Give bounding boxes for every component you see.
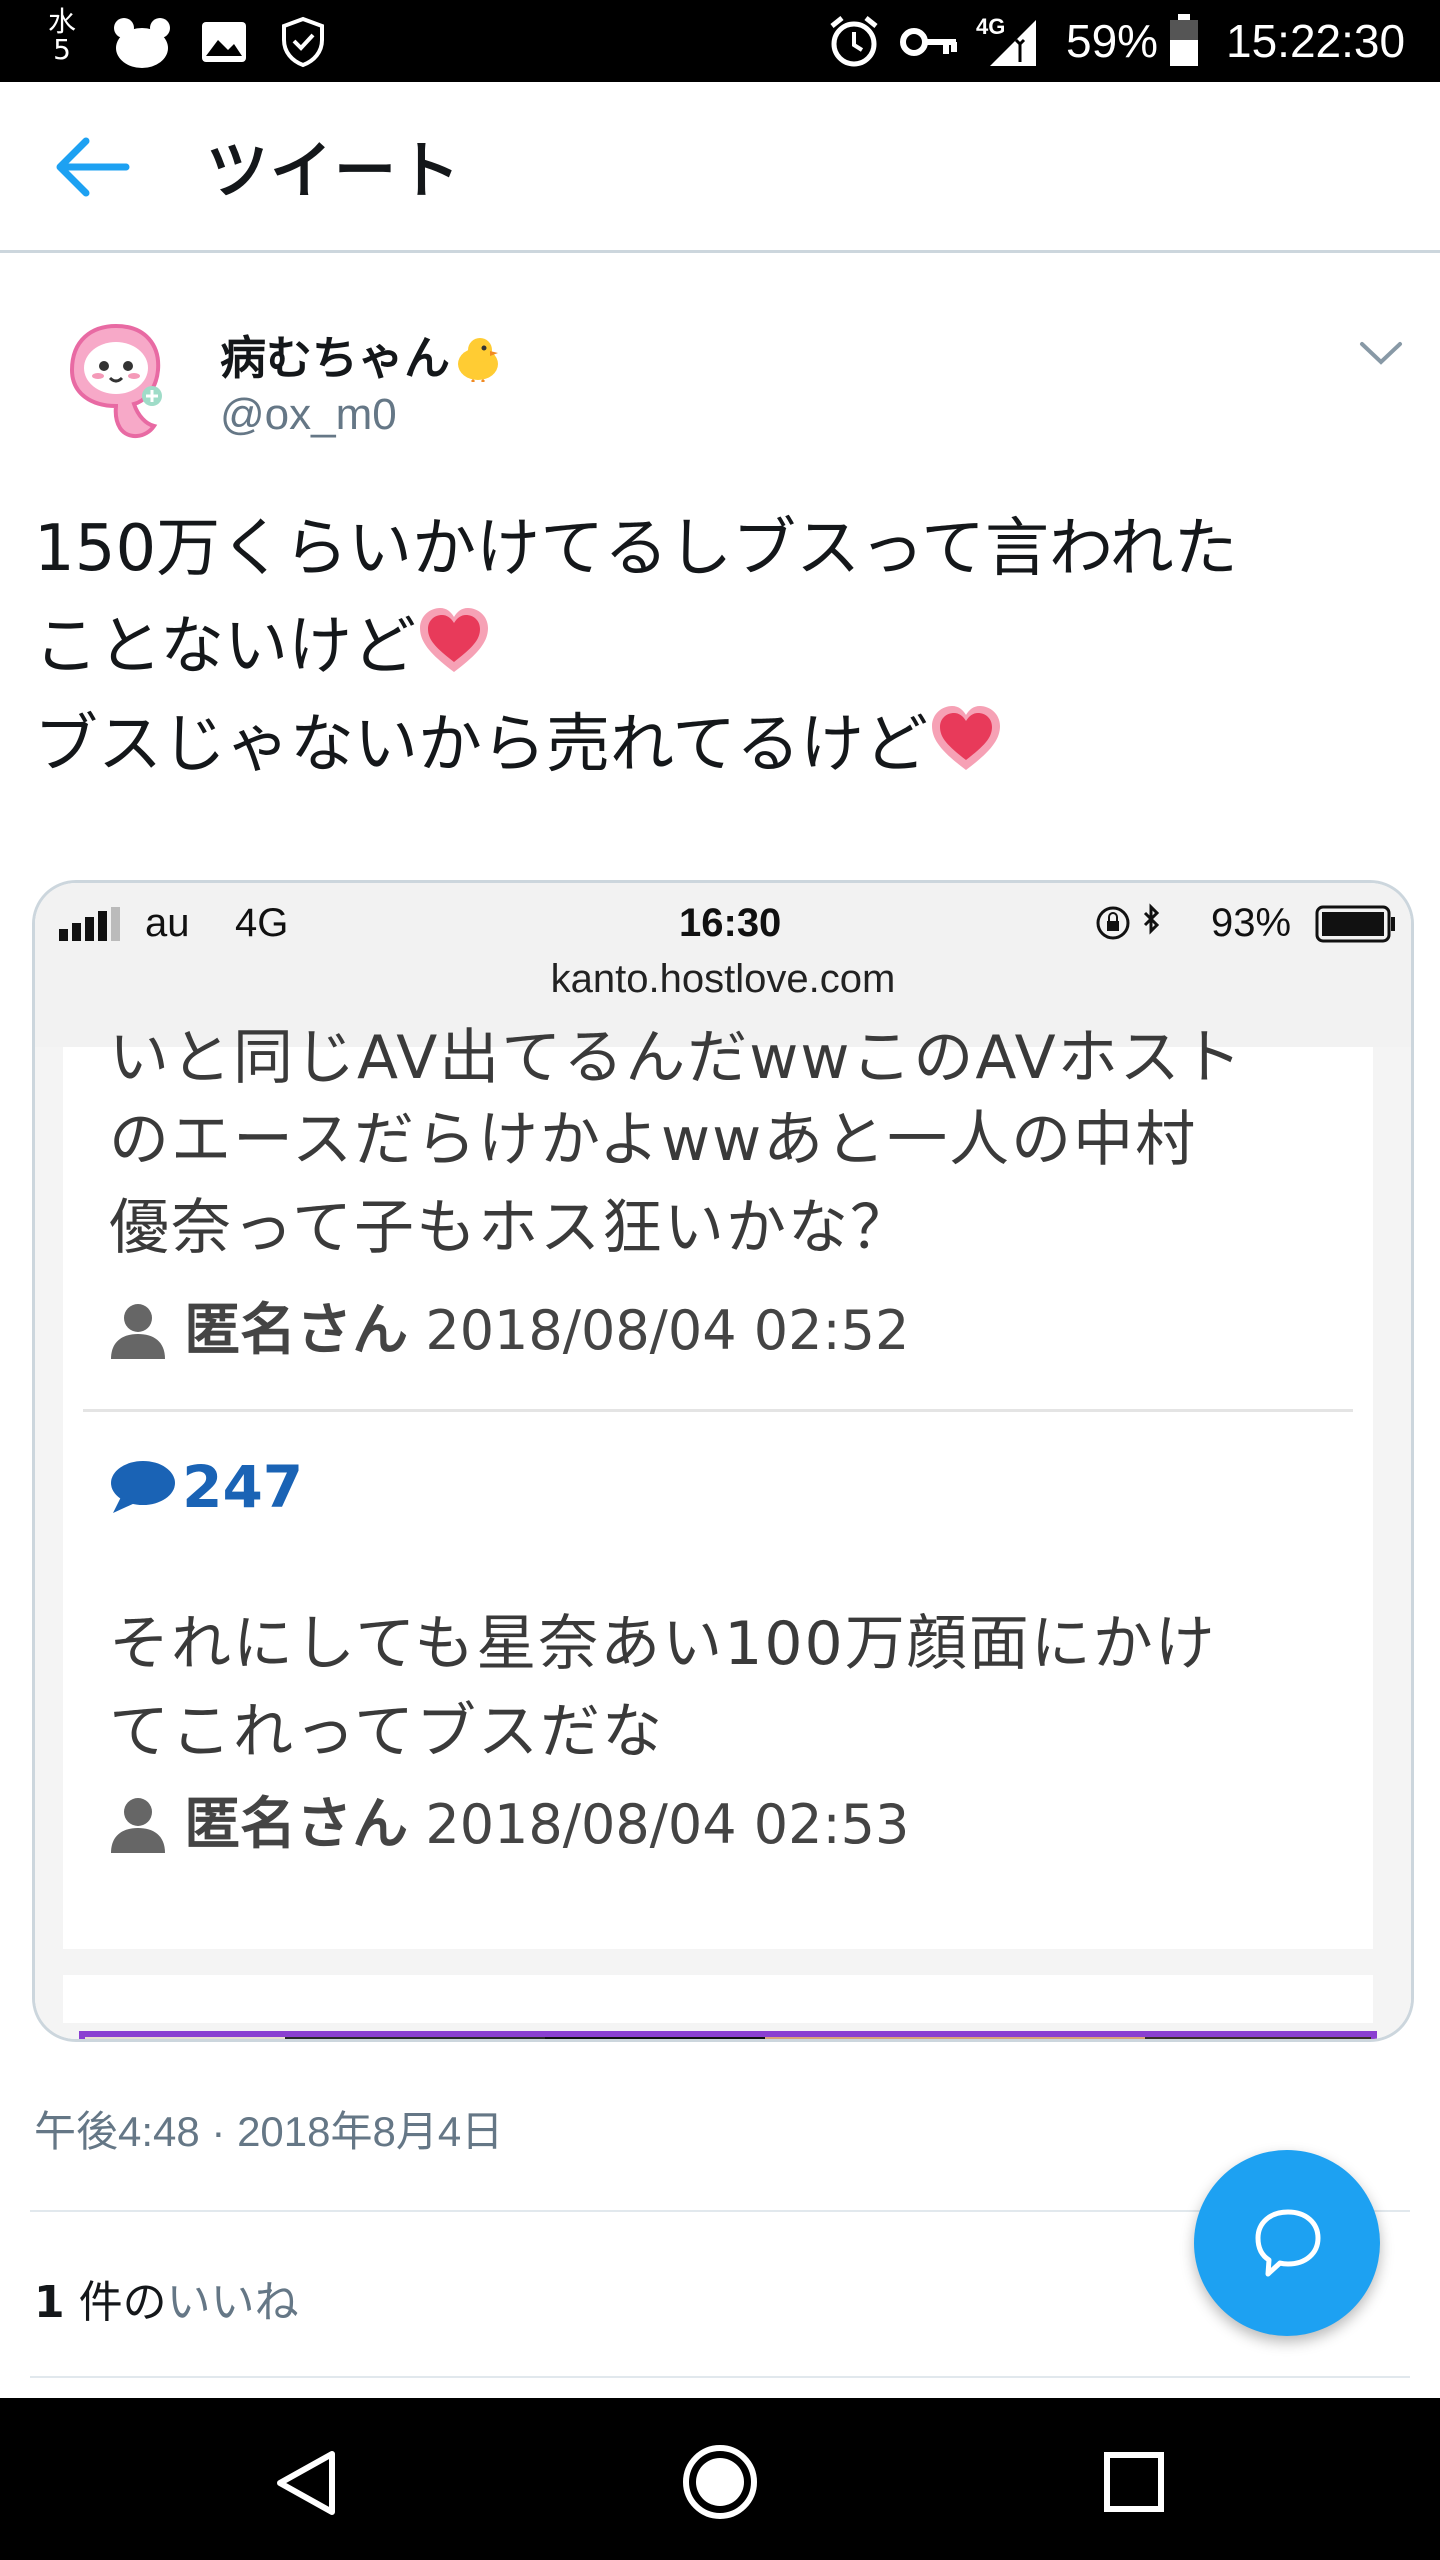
heart-emoji-icon [932, 706, 1001, 770]
screenshot-battery: 93% [1211, 901, 1292, 945]
user-handle[interactable]: @ox_m0 [220, 390, 397, 440]
screenshot-carrier: au [145, 901, 190, 945]
date-number: 5 [53, 33, 71, 66]
banner-face-image [765, 2037, 1145, 2039]
post-text-line: てこれってブスだな [109, 1697, 664, 1767]
display-name[interactable]: 病むちゃん [220, 322, 504, 388]
screenshot-battery-icon [1315, 905, 1395, 943]
screenshot-url: kanto.hostlove.com [550, 957, 896, 1001]
section-gap [63, 1949, 1373, 1975]
reply-fab-button[interactable] [1194, 2150, 1380, 2336]
likes-link[interactable]: いいね [167, 2277, 299, 2328]
post-datetime: 2018/08/04 02:52 [425, 1299, 910, 1362]
post-text-line: のエースだらけかよwwあと一人の中村 [109, 1105, 1198, 1175]
alarm-icon [830, 16, 878, 67]
banner-hair-image [285, 2037, 545, 2039]
comment-number: 247 [182, 1453, 304, 1521]
tweet-timestamp: 午後4:48 · 2018年8月4日 [34, 2108, 504, 2155]
banner-person-image [1145, 2037, 1371, 2039]
nav-home-icon[interactable] [680, 2442, 760, 2522]
comment-panel: いと同じAV出てるんだwwこのAVホスト のエースだらけかよwwあと一人の中村 … [63, 1023, 1373, 1807]
reply-bubble-icon [1255, 2209, 1321, 2277]
lock-bluetooth-icon [1096, 903, 1160, 940]
clock: 15:22:30 [1226, 15, 1406, 67]
weekday-char: 水 [47, 5, 76, 38]
user-icon [111, 1304, 165, 1359]
comment-divider [83, 1409, 1353, 1412]
shield-check-icon [282, 16, 324, 68]
chevron-down-icon[interactable] [1356, 334, 1406, 374]
post-text-line: いと同じAV出てるんだwwこのAVホスト [109, 1023, 1244, 1093]
signal-icon [990, 20, 1036, 66]
signal-bars-icon [59, 907, 120, 941]
app-header: ツイート [0, 82, 1440, 253]
post-text-line: 優奈って子もホス狂いかな？ [109, 1193, 912, 1263]
post-author: 匿名さん [184, 1792, 409, 1857]
day-of-week: 水 5 [44, 8, 80, 64]
tweet-image[interactable]: au 4G 16:30 93% kanto.hostlove.com いと同じA… [32, 880, 1414, 2042]
avatar[interactable] [42, 312, 182, 452]
status-bar: 水 5 4G 59% 15:22:30 [0, 0, 1440, 82]
tweet-line-text: ブスじゃないから売れてるけど [34, 708, 929, 782]
post-meta: 匿名さん 2018/08/04 02:53 [109, 1779, 909, 1860]
banner-title: 大借 [545, 2037, 765, 2039]
ad-banner: 大借 [79, 2031, 1377, 2039]
banner-manga-panel [85, 2037, 285, 2039]
display-name-text: 病むちゃん [220, 331, 450, 385]
likes-row[interactable]: 1 件のいいね [34, 2266, 299, 2330]
screenshot-content: いと同じAV出てるんだwwこのAVホスト のエースだらけかよwwあと一人の中村 … [35, 1023, 1411, 2039]
comment-header: 247 [109, 1453, 303, 1521]
screenshot-time: 16:30 [679, 901, 782, 945]
post-author: 匿名さん [184, 1298, 409, 1363]
image-icon [202, 22, 246, 62]
tweet-line: ことないけど [34, 598, 1424, 696]
bear-app-icon [114, 18, 170, 68]
divider [30, 2376, 1410, 2378]
battery-percent: 59% [1066, 15, 1159, 67]
tweet-line: 150万くらいかけてるしブスって言われた [34, 512, 1238, 586]
post-meta: 匿名さん 2018/08/04 02:52 [109, 1285, 909, 1366]
post-text-line: それにしても星奈あい100万顔面にかけ [109, 1609, 1217, 1679]
screenshot-status-bar: au 4G 16:30 93% [35, 883, 1411, 963]
speech-bubble-icon [111, 1461, 175, 1513]
battery-icon [1170, 14, 1198, 66]
arrow-left-icon[interactable] [50, 132, 140, 202]
baby-chick-emoji-icon [458, 338, 498, 384]
heart-emoji-icon [420, 608, 489, 672]
comment-panel-continued: 匿名さん 2018/08/04 02:53 [63, 1792, 1373, 2023]
user-icon [111, 1798, 165, 1853]
tweet-line: ブスじゃないから売れてるけど [34, 696, 1424, 794]
nav-back-icon[interactable] [272, 2448, 342, 2518]
screenshot-network: 4G [235, 901, 289, 945]
page-title: ツイート [206, 134, 463, 207]
tweet-text: 150万くらいかけてるしブスって言われた ことないけど ブスじゃないから売れてる… [34, 500, 1424, 794]
likes-label: 件の [64, 2277, 167, 2328]
likes-count: 1 [34, 2277, 65, 2328]
vpn-key-icon [900, 28, 957, 56]
nav-recents-icon[interactable] [1102, 2450, 1166, 2514]
post-datetime: 2018/08/04 02:53 [425, 1793, 910, 1856]
navigation-bar [0, 2398, 1440, 2560]
tweet-line-text: ことないけど [34, 610, 417, 684]
